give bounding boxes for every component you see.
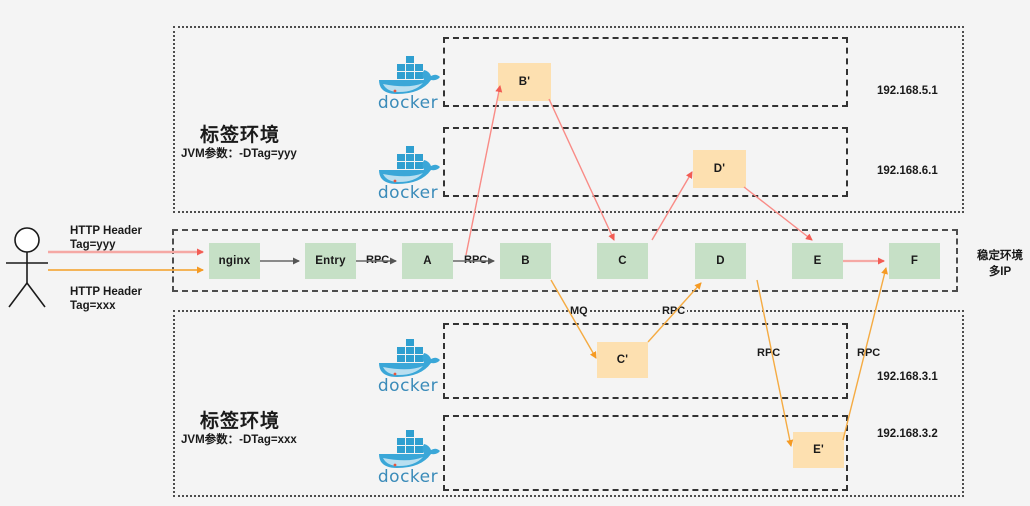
docker-whale-icon bbox=[379, 146, 440, 184]
node-d[interactable]: D bbox=[695, 243, 746, 279]
node-c[interactable]: C bbox=[597, 243, 648, 279]
flow-label-mq: MQ bbox=[568, 305, 590, 318]
docker-whale-icon bbox=[379, 56, 440, 94]
diagram-canvas: 192.168.5.1 192.168.6.1 标签环境 JVM参数：-DTag… bbox=[0, 0, 1030, 506]
bottom-env-subtitle: JVM参数：-DTag=xxx bbox=[181, 434, 297, 446]
stable-label-line2: 多IP bbox=[988, 266, 1012, 278]
docker-wordmark-bottom-1: docker bbox=[377, 376, 439, 396]
node-a[interactable]: A bbox=[402, 243, 453, 279]
node-b[interactable]: B bbox=[500, 243, 551, 279]
ip-label-192-168-3-1: 192.168.3.1 bbox=[877, 371, 938, 383]
docker-logo-bottom-1: docker bbox=[371, 333, 445, 395]
ip-label-192-168-3-2: 192.168.3.2 bbox=[877, 428, 938, 440]
node-e[interactable]: E bbox=[792, 243, 843, 279]
request-xxx-line2: Tag=xxx bbox=[70, 300, 116, 312]
docker-logo-top-1: docker bbox=[371, 50, 445, 112]
docker-wordmark-top-2: docker bbox=[377, 183, 439, 203]
request-label-tag-yyy: HTTP Header Tag=yyy bbox=[70, 224, 142, 252]
edge-label-rpc-a-b: RPC bbox=[462, 254, 490, 267]
edge-label-rpc-entry-a: RPC bbox=[364, 254, 392, 267]
request-yyy-line2: Tag=yyy bbox=[70, 239, 116, 251]
docker-whale-icon bbox=[379, 430, 440, 468]
stable-environment-side-label: 稳定环境 多IP bbox=[972, 248, 1028, 280]
ip-label-192-168-6-1: 192.168.6.1 bbox=[877, 165, 938, 177]
flow-label-rpc-c-prime: RPC bbox=[660, 305, 688, 318]
docker-wordmark-bottom-2: docker bbox=[377, 467, 439, 487]
request-yyy-line1: HTTP Header bbox=[70, 225, 143, 237]
node-e-prime[interactable]: E' bbox=[793, 432, 844, 468]
node-entry[interactable]: Entry bbox=[305, 243, 356, 279]
docker-logo-top-2: docker bbox=[371, 140, 445, 202]
top-host-box-2 bbox=[443, 127, 848, 197]
node-d-prime[interactable]: D' bbox=[693, 150, 746, 188]
user-actor-figure bbox=[6, 227, 48, 308]
flow-label-rpc-e-prime-right: RPC bbox=[855, 347, 883, 360]
docker-whale-icon bbox=[379, 339, 440, 377]
bottom-env-title: 标签环境 bbox=[200, 411, 281, 432]
request-xxx-line1: HTTP Header bbox=[70, 286, 143, 298]
node-b-prime[interactable]: B' bbox=[498, 63, 551, 101]
top-env-subtitle: JVM参数：-DTag=yyy bbox=[181, 148, 297, 160]
top-env-title: 标签环境 bbox=[200, 125, 281, 146]
ip-label-192-168-5-1: 192.168.5.1 bbox=[877, 85, 938, 97]
flow-label-rpc-e-prime-left: RPC bbox=[755, 347, 783, 360]
request-label-tag-xxx: HTTP Header Tag=xxx bbox=[70, 285, 142, 313]
node-f[interactable]: F bbox=[889, 243, 940, 279]
bottom-host-box-2 bbox=[443, 415, 848, 491]
docker-logo-bottom-2: docker bbox=[371, 424, 445, 486]
node-c-prime[interactable]: C' bbox=[597, 342, 648, 378]
docker-wordmark-top-1: docker bbox=[377, 93, 439, 113]
stable-label-line1: 稳定环境 bbox=[977, 250, 1023, 262]
node-nginx[interactable]: nginx bbox=[209, 243, 260, 279]
